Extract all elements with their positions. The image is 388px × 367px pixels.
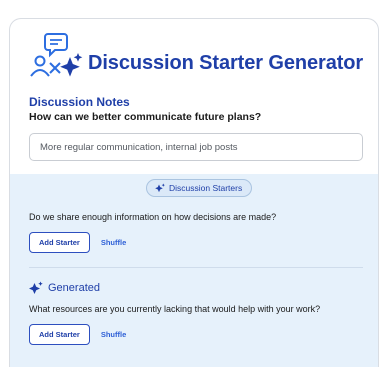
notes-input[interactable] [29,133,363,161]
sparkle-icon [60,53,83,77]
starter-actions: Add Starter Shuffle [29,232,126,253]
discussion-starters-chip[interactable]: Discussion Starters [146,179,253,197]
generated-label: Generated [48,282,100,294]
add-starter-button[interactable]: Add Starter [29,232,90,253]
sparkle-icon [155,183,165,193]
app-title: Discussion Starter Generator [88,51,364,74]
generated-question: What resources are you currently lacking… [29,304,321,314]
chip-label: Discussion Starters [169,183,243,193]
notes-section: Discussion Notes How can we better commu… [29,95,363,161]
chat-bubble-icon [44,33,68,58]
shuffle-link[interactable]: Shuffle [101,238,126,247]
people-icon [30,55,61,77]
generated-heading: Generated [29,281,100,295]
divider [29,267,363,268]
generator-card: Discussion Starter Generator Discussion … [9,18,379,367]
sparkle-icon [29,281,43,294]
app-logo [26,31,84,81]
generated-actions: Add Starter Shuffle [29,324,126,345]
add-starter-button[interactable]: Add Starter [29,324,90,345]
shuffle-link[interactable]: Shuffle [101,330,126,339]
notes-question: How can we better communicate future pla… [29,111,262,123]
app-logo-icon [30,33,83,77]
starter-question: Do we share enough information on how de… [29,212,277,222]
notes-label: Discussion Notes [29,95,130,109]
header: Discussion Starter Generator [26,31,363,81]
starters-panel: Discussion Starters Do we share enough i… [10,174,378,367]
